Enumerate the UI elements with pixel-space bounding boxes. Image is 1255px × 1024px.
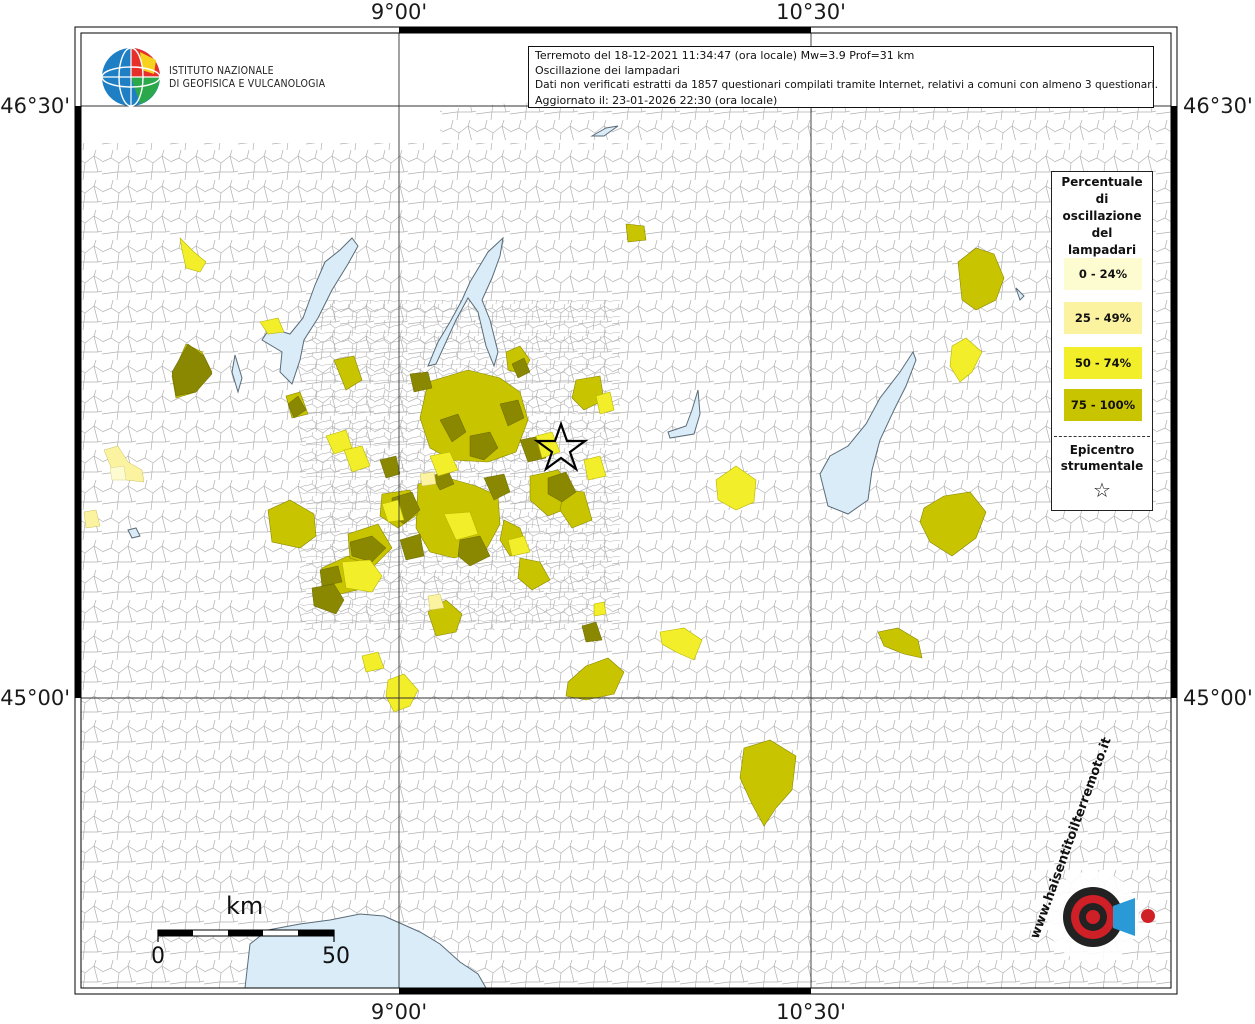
axis-label-left-1: 46°30' xyxy=(0,94,70,118)
legend-title-line: oscillazione xyxy=(1062,209,1142,223)
scale-max-label: 50 xyxy=(322,944,350,969)
scale-unit-label: km xyxy=(226,892,264,920)
legend-item-0-24: 0 - 24% xyxy=(1064,258,1142,290)
axis-label-left-2: 45°00' xyxy=(0,686,70,710)
ingv-line-2: DI GEOFISICA E VULCANOLOGIA xyxy=(169,78,326,90)
axis-label-bottom-2: 10°30' xyxy=(776,1000,846,1024)
municipalities-0-24 xyxy=(109,465,127,481)
legend-item-25-49: 25 - 49% xyxy=(1064,302,1142,334)
ingv-logo-icon xyxy=(101,47,161,107)
event-info-line-3: Dati non verificati estratti da 1857 que… xyxy=(535,79,1158,91)
legend-epicenter-label: Epicentro strumentale xyxy=(1052,442,1152,474)
legend: Percentuale di oscillazione del lampadar… xyxy=(1051,171,1153,511)
legend-title-line: Percentuale xyxy=(1061,175,1143,189)
event-info-line-2: Oscillazione dei lampadari xyxy=(535,64,680,77)
axis-label-bottom-1: 9°00' xyxy=(371,1000,427,1024)
map-canvas: 9°00' 10°30' 9°00' 10°30' 46°30' 45°00' … xyxy=(0,0,1253,1024)
legend-star-icon: ☆ xyxy=(1093,478,1111,502)
legend-item-75-100: 75 - 100% xyxy=(1064,389,1142,421)
event-info-box: Terremoto del 18-12-2021 11:34:47 (ora l… xyxy=(528,46,1158,108)
legend-epicenter-line: Epicentro xyxy=(1069,443,1135,457)
axis-label-top-1: 9°00' xyxy=(371,0,427,24)
legend-title-line: del xyxy=(1091,226,1113,240)
map-area xyxy=(81,33,1171,988)
event-info-line-4: Aggiornato il: 23-01-2026 22:30 (ora loc… xyxy=(535,94,778,107)
legend-separator xyxy=(1054,436,1150,437)
legend-title-line: di xyxy=(1095,192,1109,206)
ingv-line-1: ISTITUTO NAZIONALE xyxy=(169,65,274,77)
axis-label-right-1: 46°30' xyxy=(1183,94,1253,118)
legend-title: Percentuale di oscillazione del lampadar… xyxy=(1052,172,1152,259)
ingv-logo-text: ISTITUTO NAZIONALE DI GEOFISICA E VULCAN… xyxy=(169,65,325,91)
axis-label-right-2: 45°00' xyxy=(1183,686,1253,710)
axis-label-top-2: 10°30' xyxy=(776,0,846,24)
legend-item-50-74: 50 - 74% xyxy=(1064,347,1142,379)
legend-epicenter-line: strumentale xyxy=(1060,459,1144,473)
legend-title-line: lampadari xyxy=(1067,243,1137,257)
scale-min-label: 0 xyxy=(151,944,165,969)
event-info-line-1: Terremoto del 18-12-2021 11:34:47 (ora l… xyxy=(535,49,915,62)
